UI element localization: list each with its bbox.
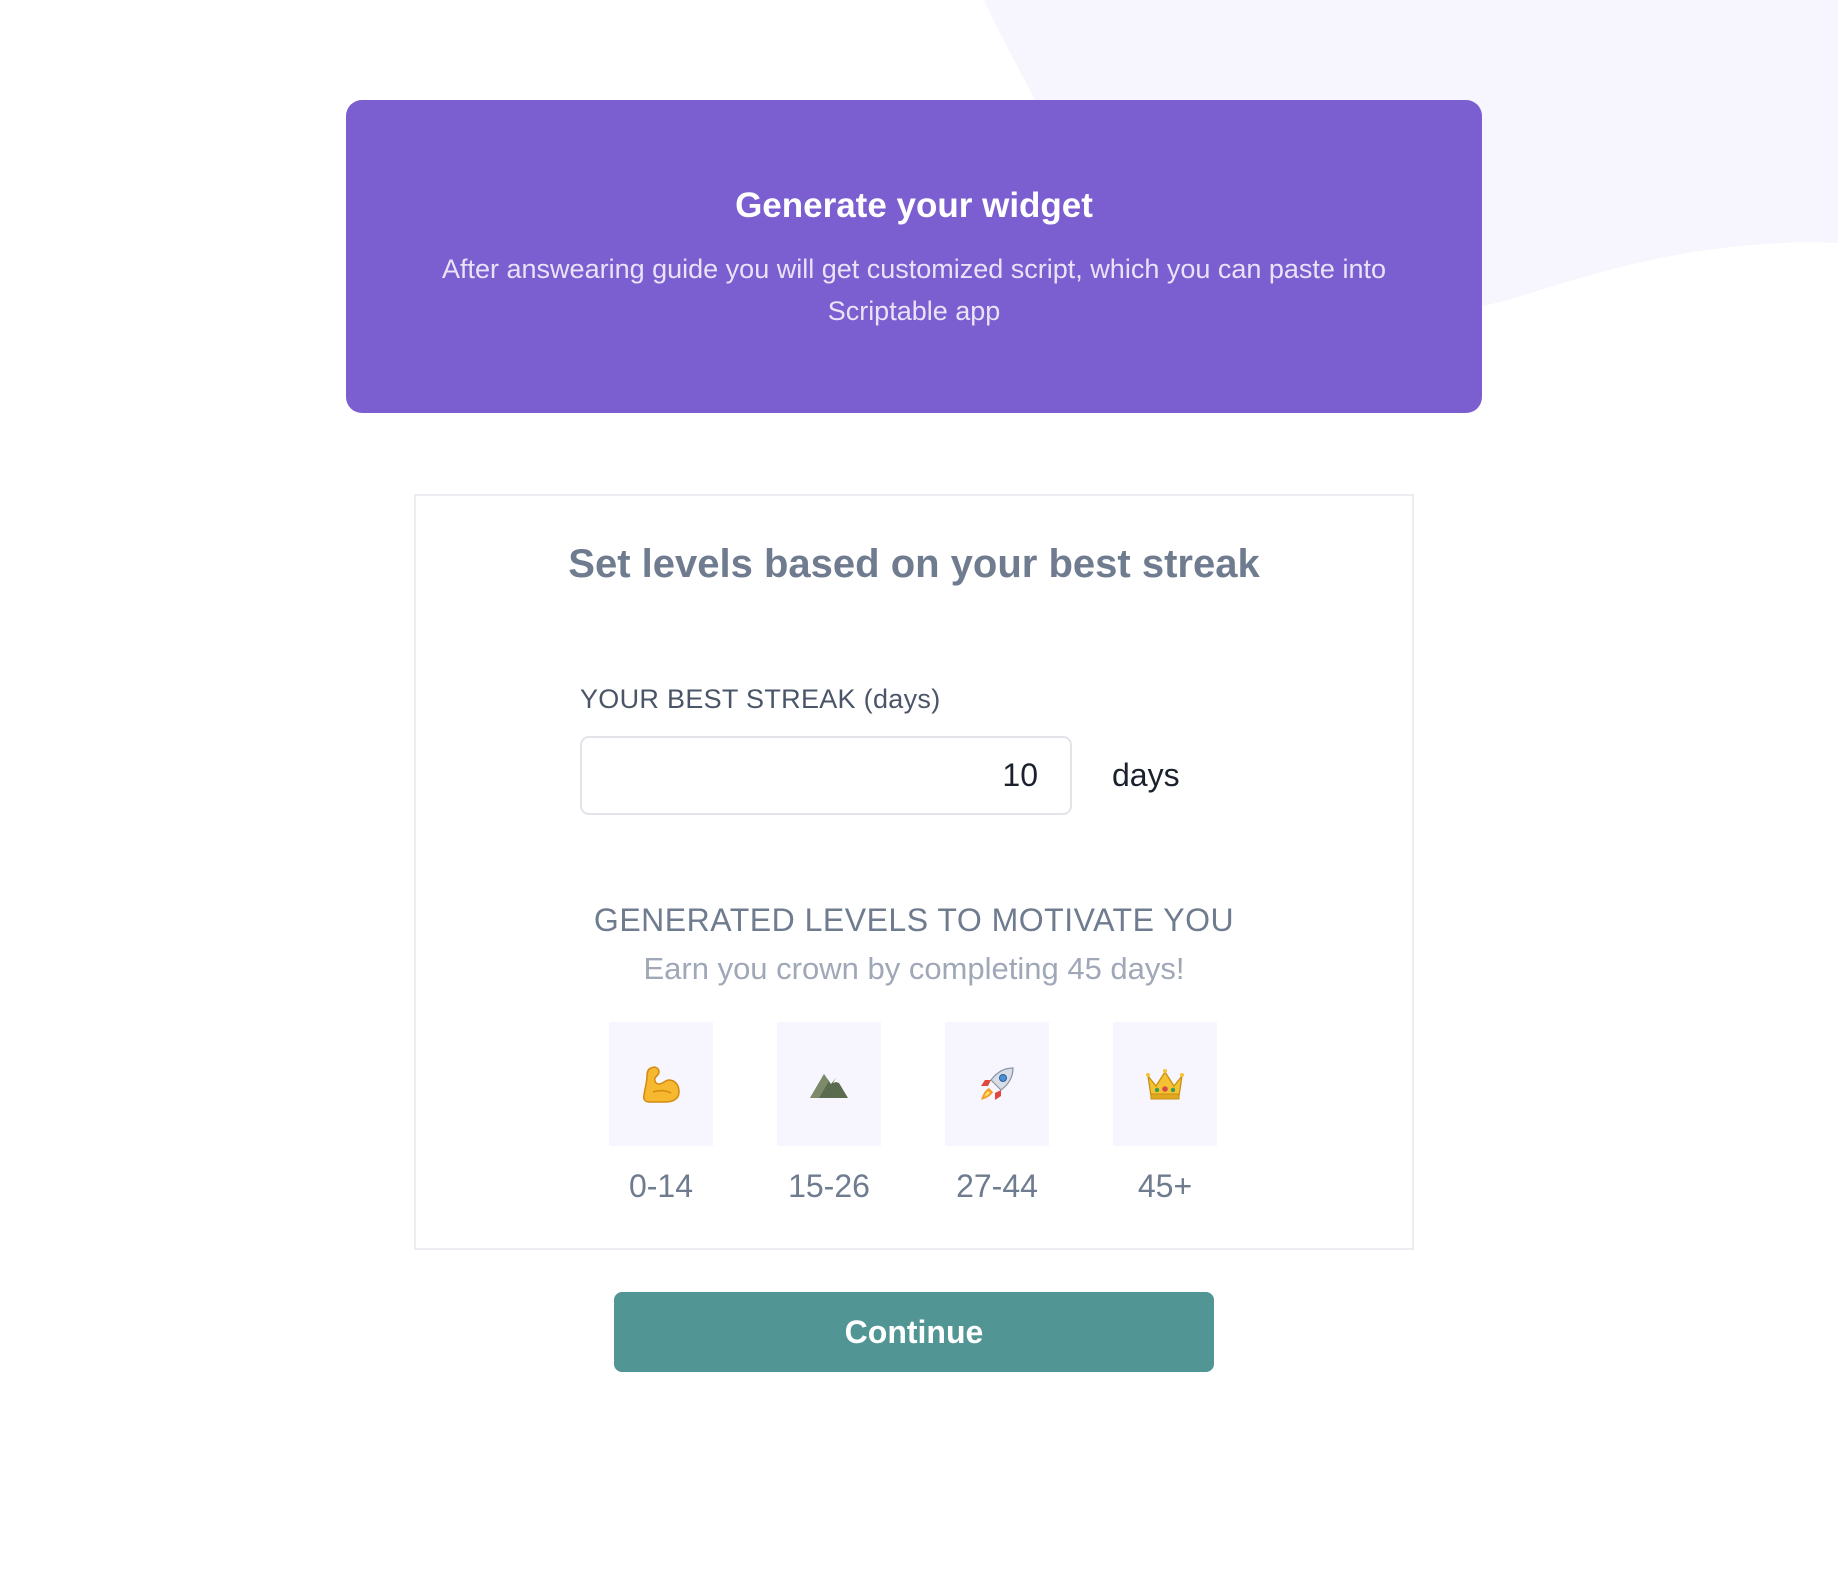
levels-heading: GENERATED LEVELS TO MOTIVATE YOU xyxy=(593,902,1235,938)
level-tile xyxy=(945,1022,1049,1146)
levels-subheading: Earn you crown by completing 45 days! xyxy=(643,951,1185,986)
hero-banner: Generate your widget After answearing gu… xyxy=(346,100,1482,413)
level-tile xyxy=(777,1022,881,1146)
level-item: 0-14 xyxy=(609,1022,713,1205)
crown-icon xyxy=(1146,1069,1184,1100)
level-range: 27-44 xyxy=(956,1168,1038,1204)
best-streak-input[interactable] xyxy=(580,736,1072,815)
flexed-biceps-icon xyxy=(643,1066,680,1103)
level-range: 45+ xyxy=(1137,1168,1193,1204)
hero-title: Generate your widget xyxy=(735,186,1093,225)
continue-button[interactable]: Continue xyxy=(614,1292,1214,1372)
level-item: 45+ xyxy=(1113,1022,1217,1205)
level-tile xyxy=(1113,1022,1217,1146)
rocket-icon xyxy=(981,1067,1014,1100)
hero-subtitle: After answearing guide you will get cust… xyxy=(442,254,1386,326)
best-streak-label: YOUR BEST STREAK (days) xyxy=(580,684,941,714)
streak-levels-card: Set levels based on your best streak YOU… xyxy=(414,494,1414,1250)
mountain-icon xyxy=(810,1074,848,1098)
level-range: 15-26 xyxy=(788,1168,870,1204)
level-item: 15-26 xyxy=(777,1022,881,1205)
days-unit-label: days xyxy=(1112,757,1180,793)
card-title: Set levels based on your best streak xyxy=(568,542,1260,586)
level-tile xyxy=(609,1022,713,1146)
level-item: 27-44 xyxy=(945,1022,1049,1205)
level-range: 0-14 xyxy=(628,1168,694,1204)
